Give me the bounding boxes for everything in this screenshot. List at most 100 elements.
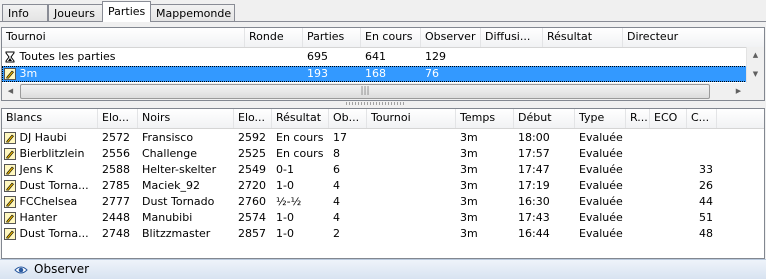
tournament-name: 3m <box>19 67 38 80</box>
col-ronde[interactable]: Ronde <box>245 28 303 47</box>
tournament-row-selected[interactable]: 3m 193 168 76 <box>2 66 749 82</box>
col-parties[interactable]: Parties <box>303 28 361 47</box>
col-r[interactable]: R... <box>626 109 650 128</box>
scroll-up-arrow-icon[interactable]: ▲ <box>747 47 764 64</box>
tournament-name-cell: Toutes les parties <box>2 49 245 65</box>
start-time-cell: 17:43 <box>518 211 550 224</box>
col-blancs[interactable]: Blancs <box>2 109 98 128</box>
white-player-name: Bierblitzlein <box>19 147 85 160</box>
col-elo-noirs[interactable]: Elo... <box>234 109 272 128</box>
col-resultat[interactable]: Résultat <box>543 28 623 47</box>
pencil-icon <box>4 228 16 240</box>
scroll-down-arrow-icon[interactable]: ▼ <box>747 66 764 83</box>
eco-cell <box>650 162 687 178</box>
black-player-cell: Blitzzmaster <box>142 227 211 240</box>
col-tournoi[interactable]: Tournoi <box>2 28 245 47</box>
col-tournoi[interactable]: Tournoi <box>367 109 456 128</box>
tournament-cell <box>367 162 456 178</box>
start-time-cell: 17:57 <box>518 147 550 160</box>
black-elo-cell: 2592 <box>238 131 266 144</box>
result-cell: 0-1 <box>276 163 294 176</box>
result-cell: 1-0 <box>276 179 294 192</box>
tournament-hscrollbar[interactable]: ◀ ||| ▶ <box>2 83 747 100</box>
col-observer[interactable]: Observer <box>421 28 481 47</box>
game-type-cell: Evaluée <box>579 147 623 160</box>
black-elo-cell: 2574 <box>238 211 266 224</box>
hscroll-thumb[interactable]: ||| <box>20 84 710 99</box>
observers-cell: 4 <box>333 179 340 192</box>
col-eco[interactable]: ECO <box>650 109 687 128</box>
col-noirs[interactable]: Noirs <box>138 109 234 128</box>
game-row[interactable]: Dust Torna... 2748 Blitzzmaster 2857 1-0 2 3m 1… <box>2 226 764 242</box>
game-row[interactable]: Bierblitzlein 2556 Challenge 2525 En cours 8 3… <box>2 146 764 162</box>
pencil-icon <box>4 164 16 176</box>
tab-parties[interactable]: Parties <box>102 1 151 22</box>
result-cell: 1-0 <box>276 227 294 240</box>
time-control-cell: 3m <box>460 131 478 144</box>
scroll-right-arrow-icon[interactable]: ▶ <box>730 83 747 100</box>
scroll-left-arrow-icon[interactable]: ◀ <box>2 83 19 100</box>
white-elo-cell: 2785 <box>102 179 130 192</box>
start-time-cell: 16:30 <box>518 195 550 208</box>
col-en-cours[interactable]: En cours <box>361 28 421 47</box>
start-time-cell: 17:19 <box>518 179 550 192</box>
col-diffusion[interactable]: Diffusi... <box>481 28 543 47</box>
status-observer-label[interactable]: Observer <box>34 262 89 277</box>
game-row[interactable]: Dust Torna... 2785 Maciek_92 2720 1-0 4 3m 17:1… <box>2 178 764 194</box>
tab-mappemonde[interactable]: Mappemonde <box>150 4 235 21</box>
col-directeur[interactable]: Directeur <box>623 28 747 47</box>
start-time-cell: 16:44 <box>518 227 550 240</box>
black-player-cell: Challenge <box>142 147 197 160</box>
game-row[interactable]: Hanter 2448 Manubibi 2574 1-0 4 3m 17:43 Evaluée… <box>2 210 764 226</box>
eco-cell <box>650 130 687 146</box>
tab-info[interactable]: Info <box>2 4 48 21</box>
col-type[interactable]: Type <box>575 109 626 128</box>
tournament-header: Tournoi Ronde Parties En cours Observer … <box>2 28 764 48</box>
white-player-name: FCChelsea <box>19 195 78 208</box>
tournament-cell <box>367 226 456 242</box>
col-temps[interactable]: Temps <box>456 109 514 128</box>
pencil-icon <box>4 68 16 80</box>
tournament-list: Tournoi Ronde Parties En cours Observer … <box>1 27 765 101</box>
game-row[interactable]: Jens K 2588 Helter-skelter 2549 0-1 6 3m 17:47 E… <box>2 162 764 178</box>
tab-joueurs[interactable]: Joueurs <box>48 4 103 21</box>
game-type-cell: Evaluée <box>579 227 623 240</box>
col-resultat[interactable]: Résultat <box>272 109 329 128</box>
r-cell <box>626 178 650 194</box>
r-cell <box>626 226 650 242</box>
col-c[interactable]: C... <box>687 109 717 128</box>
white-player-cell: Dust Torna... <box>2 178 98 194</box>
tournament-vscrollbar[interactable]: ▲ ▼ <box>746 47 764 83</box>
tournament-cell <box>367 178 456 194</box>
white-player-name: Dust Torna... <box>19 179 89 192</box>
tournament-name: Toutes les parties <box>19 50 116 63</box>
hourglass-icon <box>5 51 15 63</box>
col-elo-blancs[interactable]: Elo... <box>98 109 138 128</box>
col-observers[interactable]: Ob... <box>329 109 367 128</box>
pencil-icon <box>4 148 16 160</box>
c-cell: 48 <box>699 227 713 240</box>
col-debut[interactable]: Début <box>514 109 575 128</box>
game-row[interactable]: DJ Haubi 2572 Fransisco 2592 En cours 17 3m 18:… <box>2 130 764 146</box>
start-time-cell: 18:00 <box>518 131 550 144</box>
white-player-cell: Dust Torna... <box>2 226 98 242</box>
c-cell: 33 <box>699 163 713 176</box>
black-elo-cell: 2525 <box>238 147 266 160</box>
game-type-cell: Evaluée <box>579 131 623 144</box>
tournament-row[interactable]: Toutes les parties 695 641 129 <box>2 49 749 65</box>
eco-cell <box>650 146 687 162</box>
eco-cell <box>650 178 687 194</box>
c-cell <box>687 146 717 162</box>
white-elo-cell: 2748 <box>102 227 130 240</box>
eye-icon <box>14 266 28 274</box>
white-player-name: Dust Torna... <box>19 227 89 240</box>
game-row[interactable]: FCChelsea 2777 Dust Tornado 2760 ½-½ 4 3m 16:30… <box>2 194 764 210</box>
white-elo-cell: 2588 <box>102 163 130 176</box>
game-type-cell: Evaluée <box>579 163 623 176</box>
white-elo-cell: 2572 <box>102 131 130 144</box>
tournament-observer: 129 <box>425 50 446 63</box>
time-control-cell: 3m <box>460 195 478 208</box>
observers-cell: 6 <box>333 163 340 176</box>
splitter-grip[interactable] <box>346 102 406 105</box>
black-player-cell: Maciek_92 <box>142 179 200 192</box>
